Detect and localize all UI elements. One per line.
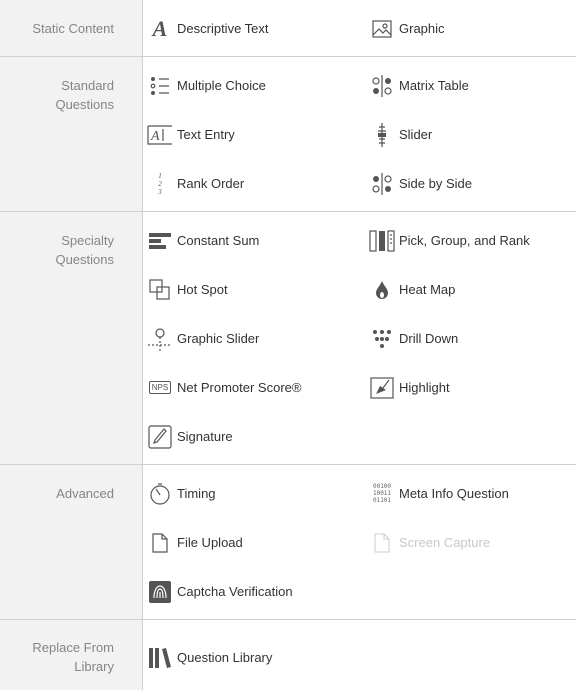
question-type-side-by-side[interactable]: Side by Side bbox=[365, 159, 576, 208]
section-standard-questions: Standard Questions Multiple Choice Matrix … bbox=[0, 57, 576, 212]
question-type-heat-map[interactable]: Heat Map bbox=[365, 265, 576, 314]
question-type-label: Matrix Table bbox=[399, 78, 469, 93]
question-type-rank-order[interactable]: 1 2 3 Rank Order bbox=[143, 159, 365, 208]
question-type-constant-sum[interactable]: Constant Sum bbox=[143, 216, 365, 265]
question-type-label: Drill Down bbox=[399, 331, 459, 346]
captcha-icon bbox=[143, 580, 177, 604]
question-type-label: Heat Map bbox=[399, 282, 456, 297]
question-type-label: Constant Sum bbox=[177, 233, 260, 248]
question-type-slider[interactable]: Slider bbox=[365, 110, 576, 159]
file-upload-icon bbox=[143, 532, 177, 553]
slider-icon bbox=[365, 122, 399, 147]
question-type-picker: Static Content A Descriptive Text Graphic St… bbox=[0, 0, 576, 685]
question-type-label: Screen Capture bbox=[399, 535, 491, 550]
question-type-drill-down[interactable]: Drill Down bbox=[365, 314, 576, 363]
question-type-graphic[interactable]: Graphic bbox=[365, 4, 576, 53]
question-type-screen-capture: Screen Capture bbox=[365, 518, 576, 567]
question-type-label: Text Entry bbox=[177, 127, 235, 142]
question-type-captcha-verification[interactable]: Captcha Verification bbox=[143, 567, 365, 616]
heat-map-icon bbox=[365, 280, 399, 300]
section-label: Static Content bbox=[32, 21, 114, 36]
rank-order-icon: 1 2 3 bbox=[158, 171, 162, 196]
question-type-label: Net Promoter Score® bbox=[177, 380, 302, 395]
question-type-signature[interactable]: Signature bbox=[143, 412, 365, 461]
question-type-text-entry[interactable]: A Text Entry bbox=[143, 110, 365, 159]
question-type-label: Graphic bbox=[399, 21, 445, 36]
section-specialty-questions: Specialty Questions Constant Sum Pick, Gro… bbox=[0, 212, 576, 465]
multiple-choice-icon bbox=[143, 75, 177, 97]
question-type-net-promoter-score[interactable]: NPS Net Promoter Score® bbox=[143, 363, 365, 412]
highlight-icon bbox=[365, 376, 399, 399]
question-type-meta-info-question[interactable]: 00100 10011 01101 Meta Info Question bbox=[365, 469, 576, 518]
graphic-icon bbox=[365, 19, 399, 38]
question-type-multiple-choice[interactable]: Multiple Choice bbox=[143, 61, 365, 110]
svg-text:A: A bbox=[150, 129, 160, 144]
question-type-label: Highlight bbox=[399, 380, 450, 395]
question-type-label: Meta Info Question bbox=[399, 486, 509, 501]
item-grid: Question Library bbox=[131, 633, 576, 682]
question-type-label: Rank Order bbox=[177, 176, 245, 191]
section-label: Standard Questions bbox=[55, 78, 114, 112]
constant-sum-icon bbox=[143, 232, 177, 250]
section-replace-from-library: Replace From Library Question Library bbox=[0, 620, 576, 685]
section-advanced: Advanced Timing 00100 10011 01101 Meta Info… bbox=[0, 465, 576, 620]
question-type-label: Multiple Choice bbox=[177, 78, 266, 93]
question-library-icon bbox=[143, 647, 177, 669]
question-type-label: Descriptive Text bbox=[177, 21, 269, 36]
question-type-matrix-table[interactable]: Matrix Table bbox=[365, 61, 576, 110]
item-grid: A Descriptive Text Graphic bbox=[131, 4, 576, 53]
icon-text: NPS bbox=[148, 381, 172, 394]
question-type-descriptive-text[interactable]: A Descriptive Text bbox=[143, 4, 365, 53]
question-type-highlight[interactable]: Highlight bbox=[365, 363, 576, 412]
descriptive-text-icon: A bbox=[152, 15, 168, 41]
matrix-table-icon bbox=[365, 74, 399, 97]
question-type-graphic-slider[interactable]: Graphic Slider bbox=[143, 314, 365, 363]
question-type-hot-spot[interactable]: Hot Spot bbox=[143, 265, 365, 314]
side-by-side-icon bbox=[365, 172, 399, 195]
meta-info-icon: 00100 10011 01101 bbox=[365, 483, 399, 504]
question-type-label: Hot Spot bbox=[177, 282, 228, 297]
section-label: Specialty Questions bbox=[55, 233, 114, 267]
item-grid: Multiple Choice Matrix Table A Text Entry Sl… bbox=[131, 61, 576, 208]
question-type-label: Signature bbox=[177, 429, 233, 444]
question-type-label: Slider bbox=[399, 127, 433, 142]
graphic-slider-icon bbox=[143, 327, 177, 351]
section-static-content: Static Content A Descriptive Text Graphic bbox=[0, 0, 576, 57]
screen-capture-icon bbox=[365, 533, 399, 553]
question-type-pick-group-and-rank[interactable]: Pick, Group, and Rank bbox=[365, 216, 576, 265]
icon-text: 00100 10011 01101 bbox=[372, 483, 392, 504]
item-grid: Timing 00100 10011 01101 Meta Info Questio… bbox=[131, 469, 576, 616]
signature-icon bbox=[143, 424, 177, 449]
section-label: Replace From Library bbox=[32, 640, 114, 674]
section-label: Advanced bbox=[56, 486, 114, 501]
text-entry-icon: A bbox=[143, 124, 177, 145]
question-type-label: Captcha Verification bbox=[177, 584, 293, 599]
timing-icon bbox=[143, 482, 177, 505]
hot-spot-icon bbox=[143, 278, 177, 301]
question-type-label: File Upload bbox=[177, 535, 243, 550]
question-type-timing[interactable]: Timing bbox=[143, 469, 365, 518]
question-type-label: Graphic Slider bbox=[177, 331, 260, 346]
question-type-file-upload[interactable]: File Upload bbox=[143, 518, 365, 567]
question-type-label: Timing bbox=[177, 486, 216, 501]
question-type-question-library[interactable]: Question Library bbox=[143, 633, 365, 682]
question-type-label: Side by Side bbox=[399, 176, 472, 191]
drill-down-icon bbox=[365, 329, 399, 349]
question-type-label: Pick, Group, and Rank bbox=[399, 233, 530, 248]
pick-group-rank-icon bbox=[365, 229, 399, 252]
nps-icon: NPS bbox=[143, 381, 177, 394]
question-type-label: Question Library bbox=[177, 650, 273, 665]
item-grid: Constant Sum Pick, Group, and Rank Hot Spo… bbox=[131, 216, 576, 461]
